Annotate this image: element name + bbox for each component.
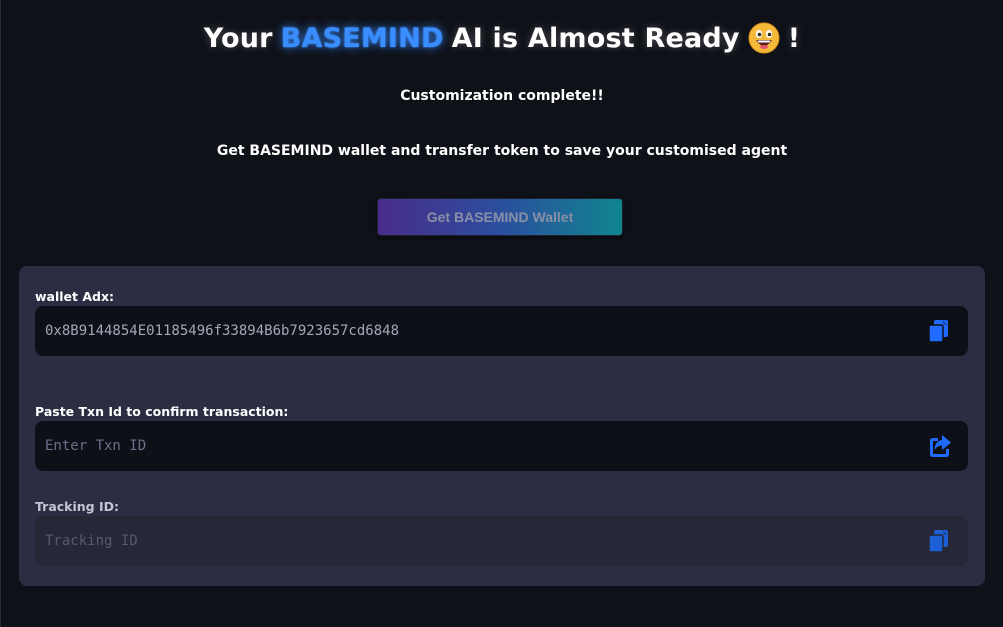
copy-icon bbox=[928, 320, 948, 343]
grinning-face-emoji-icon bbox=[748, 22, 780, 54]
wallet-address-label: wallet Adx: bbox=[35, 289, 115, 304]
share-icon bbox=[930, 435, 951, 457]
tracking-id-input[interactable] bbox=[45, 533, 905, 549]
submit-txn-button[interactable] bbox=[926, 433, 952, 459]
title-end: ! bbox=[787, 22, 801, 54]
copy-icon bbox=[928, 530, 948, 553]
instruction-text: Get BASEMIND wallet and transfer token t… bbox=[216, 143, 788, 159]
copy-tracking-button[interactable] bbox=[926, 528, 952, 554]
title-prefix: Your bbox=[203, 22, 273, 54]
txn-id-field bbox=[35, 421, 968, 471]
get-wallet-button[interactable]: Get BASEMIND Wallet bbox=[377, 198, 623, 236]
tracking-id-label: Tracking ID: bbox=[35, 499, 119, 514]
subtitle: Customization complete!! bbox=[400, 88, 604, 104]
txn-id-label: Paste Txn Id to confirm transaction: bbox=[35, 404, 289, 419]
page: Your BASEMIND AI is Almost Ready ! Custo… bbox=[0, 0, 1003, 627]
copy-wallet-button[interactable] bbox=[926, 318, 952, 344]
title-brand: BASEMIND bbox=[280, 22, 444, 54]
wallet-address-value[interactable]: 0x8B9144854E01185496f33894B6b7923657cd68… bbox=[45, 323, 399, 339]
title-suffix: AI is Almost Ready bbox=[451, 22, 740, 54]
page-title: Your BASEMIND AI is Almost Ready ! bbox=[1, 18, 1003, 58]
txn-id-input[interactable] bbox=[45, 438, 905, 454]
wallet-panel: wallet Adx: 0x8B9144854E01185496f33894B6… bbox=[19, 266, 985, 586]
wallet-address-field: 0x8B9144854E01185496f33894B6b7923657cd68… bbox=[35, 306, 968, 356]
tracking-id-field bbox=[35, 516, 968, 566]
